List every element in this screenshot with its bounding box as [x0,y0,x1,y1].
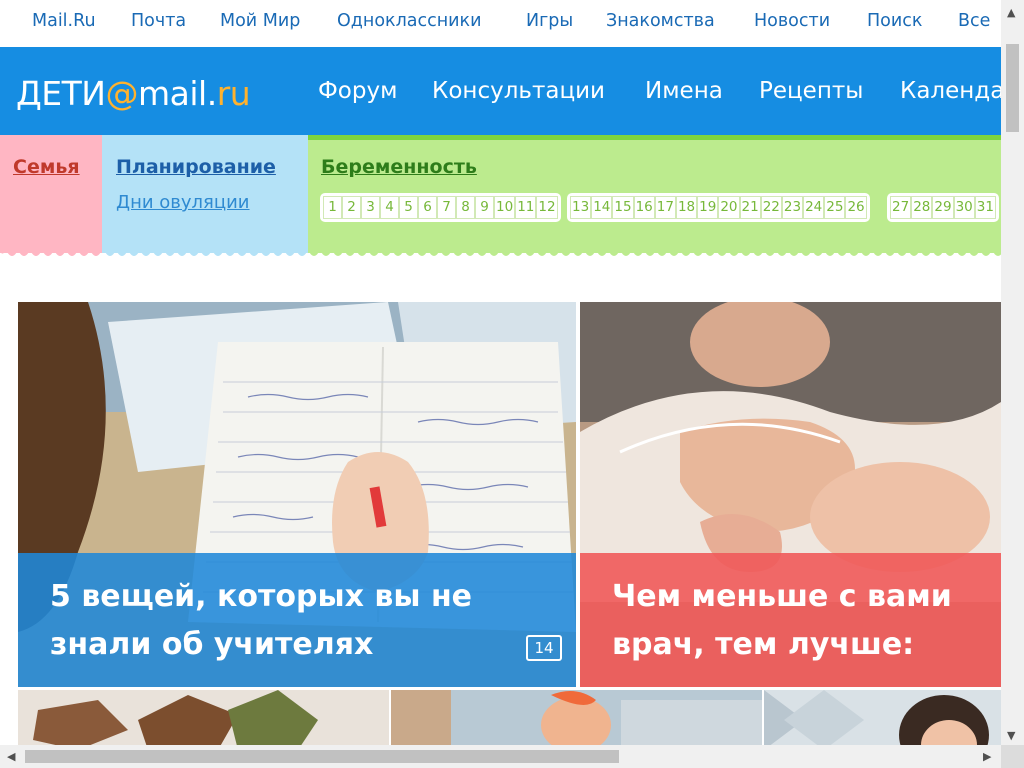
week-link[interactable]: 12 [536,196,558,219]
logo-ru: ru [216,74,251,113]
category-accent-line [308,135,1001,140]
logo-deti: ДЕТИ [16,74,106,113]
week-link[interactable]: 6 [418,196,437,219]
article-title: 5 вещей, которых вы не знали об учителях [50,579,473,662]
logo-at: @ [105,74,138,113]
week-link[interactable]: 10 [494,196,516,219]
vertical-scroll-thumb[interactable] [1006,44,1019,132]
week-link[interactable]: 1 [323,196,342,219]
ovulation-days-link[interactable]: Дни овуляции [116,192,250,213]
weeks-group-trimester-3: 27 28 29 30 31 [887,193,999,222]
logo-mail: mail [137,74,207,113]
article-image-girl [764,690,1001,745]
week-link[interactable]: 5 [399,196,418,219]
horizontal-scrollbar[interactable]: ◀ ▶ [0,745,1001,768]
week-link[interactable]: 23 [781,196,804,219]
nav-imena[interactable]: Имена [645,78,723,104]
portal-link-poisk[interactable]: Поиск [867,11,922,31]
week-link[interactable]: 8 [456,196,475,219]
portal-link-pochta[interactable]: Почта [131,11,186,31]
nav-konsultatsii[interactable]: Консультации [432,78,605,104]
week-link[interactable]: 17 [654,196,676,219]
nav-kalendar[interactable]: Календа [900,78,1001,104]
horizontal-scroll-thumb[interactable] [25,750,619,763]
week-link[interactable]: 11 [515,196,537,219]
week-link[interactable]: 21 [739,196,761,219]
article-card-teachers[interactable]: 5 вещей, которых вы не знали об учителях… [18,302,576,687]
week-link[interactable]: 28 [911,196,933,219]
portal-nav: Mail.Ru Почта Мой Мир Одноклассники Игры… [0,0,1001,47]
week-link[interactable]: 25 [824,196,846,219]
weeks-group-trimester-2: 13 14 15 16 17 18 19 20 21 22 23 24 25 26 [567,193,870,222]
article-card-thumb-2[interactable] [391,690,762,745]
article-image-leaves [18,690,389,745]
week-link[interactable]: 13 [570,196,592,219]
week-link[interactable]: 7 [437,196,456,219]
portal-link-znakomstva[interactable]: Знакомства [606,11,715,31]
scroll-up-arrow-icon[interactable]: ▲ [1007,6,1015,19]
week-link[interactable]: 29 [932,196,954,219]
logo-dot: . [206,74,218,113]
portal-link-novosti[interactable]: Новости [754,11,830,31]
week-link[interactable]: 15 [612,196,634,219]
article-title-overlay: 5 вещей, которых вы не знали об учителях… [18,553,576,687]
portal-link-moy-mir[interactable]: Мой Мир [220,11,300,31]
portal-link-vse[interactable]: Все [958,11,990,31]
nav-retsepty[interactable]: Рецепты [759,78,863,104]
article-title-overlay: Чем меньше с вами врач, тем лучше: [580,553,1001,687]
week-link[interactable]: 30 [953,196,975,219]
week-link[interactable]: 19 [697,196,719,219]
portal-link-odnoklassniki[interactable]: Одноклассники [337,11,482,31]
scroll-down-arrow-icon[interactable]: ▼ [1007,729,1015,742]
scallop-semya [0,238,102,256]
article-card-doctor[interactable]: Чем меньше с вами врач, тем лучше: [580,302,1001,687]
week-link[interactable]: 31 [974,196,996,219]
article-title: Чем меньше с вами врач, тем лучше: [612,579,952,662]
week-link[interactable]: 22 [760,196,782,219]
week-link[interactable]: 18 [675,196,698,219]
week-link[interactable]: 14 [591,196,613,219]
comments-count-badge[interactable]: 14 [526,635,562,661]
vertical-scrollbar[interactable]: ▲ ▼ [1001,0,1024,745]
week-link[interactable]: 3 [361,196,380,219]
page-viewport: Mail.Ru Почта Мой Мир Одноклассники Игры… [0,0,1001,745]
portal-link-mailru[interactable]: Mail.Ru [32,11,96,31]
week-link[interactable]: 9 [475,196,494,219]
article-image-street [391,690,762,745]
weeks-group-trimester-1: 1 2 3 4 5 6 7 8 9 10 11 12 [320,193,561,222]
week-link[interactable]: 20 [718,196,740,219]
category-beremennost-link[interactable]: Беременность [321,156,477,178]
week-link[interactable]: 26 [845,196,867,219]
week-link[interactable]: 27 [890,196,912,219]
article-card-thumb-1[interactable] [18,690,389,745]
week-link[interactable]: 16 [633,196,655,219]
category-planirovanie-link[interactable]: Планирование [116,156,276,178]
scrollbar-corner [1001,745,1024,768]
scroll-left-arrow-icon[interactable]: ◀ [7,750,15,763]
site-logo[interactable]: ДЕТИ@mail.ru [16,74,251,113]
nav-forum[interactable]: Форум [318,78,397,104]
scallop-beremennost [308,238,1001,262]
portal-link-igry[interactable]: Игры [526,11,573,31]
category-semya-link[interactable]: Семья [13,156,80,178]
week-link[interactable]: 24 [803,196,825,219]
scroll-right-arrow-icon[interactable]: ▶ [983,750,991,763]
site-header: ДЕТИ@mail.ru Форум Консультации Имена Ре… [0,47,1001,135]
week-link[interactable]: 2 [342,196,361,219]
week-link[interactable]: 4 [380,196,399,219]
category-semya-panel [0,135,102,253]
article-card-thumb-3[interactable] [764,690,1001,745]
scallop-planirovanie [102,238,308,256]
